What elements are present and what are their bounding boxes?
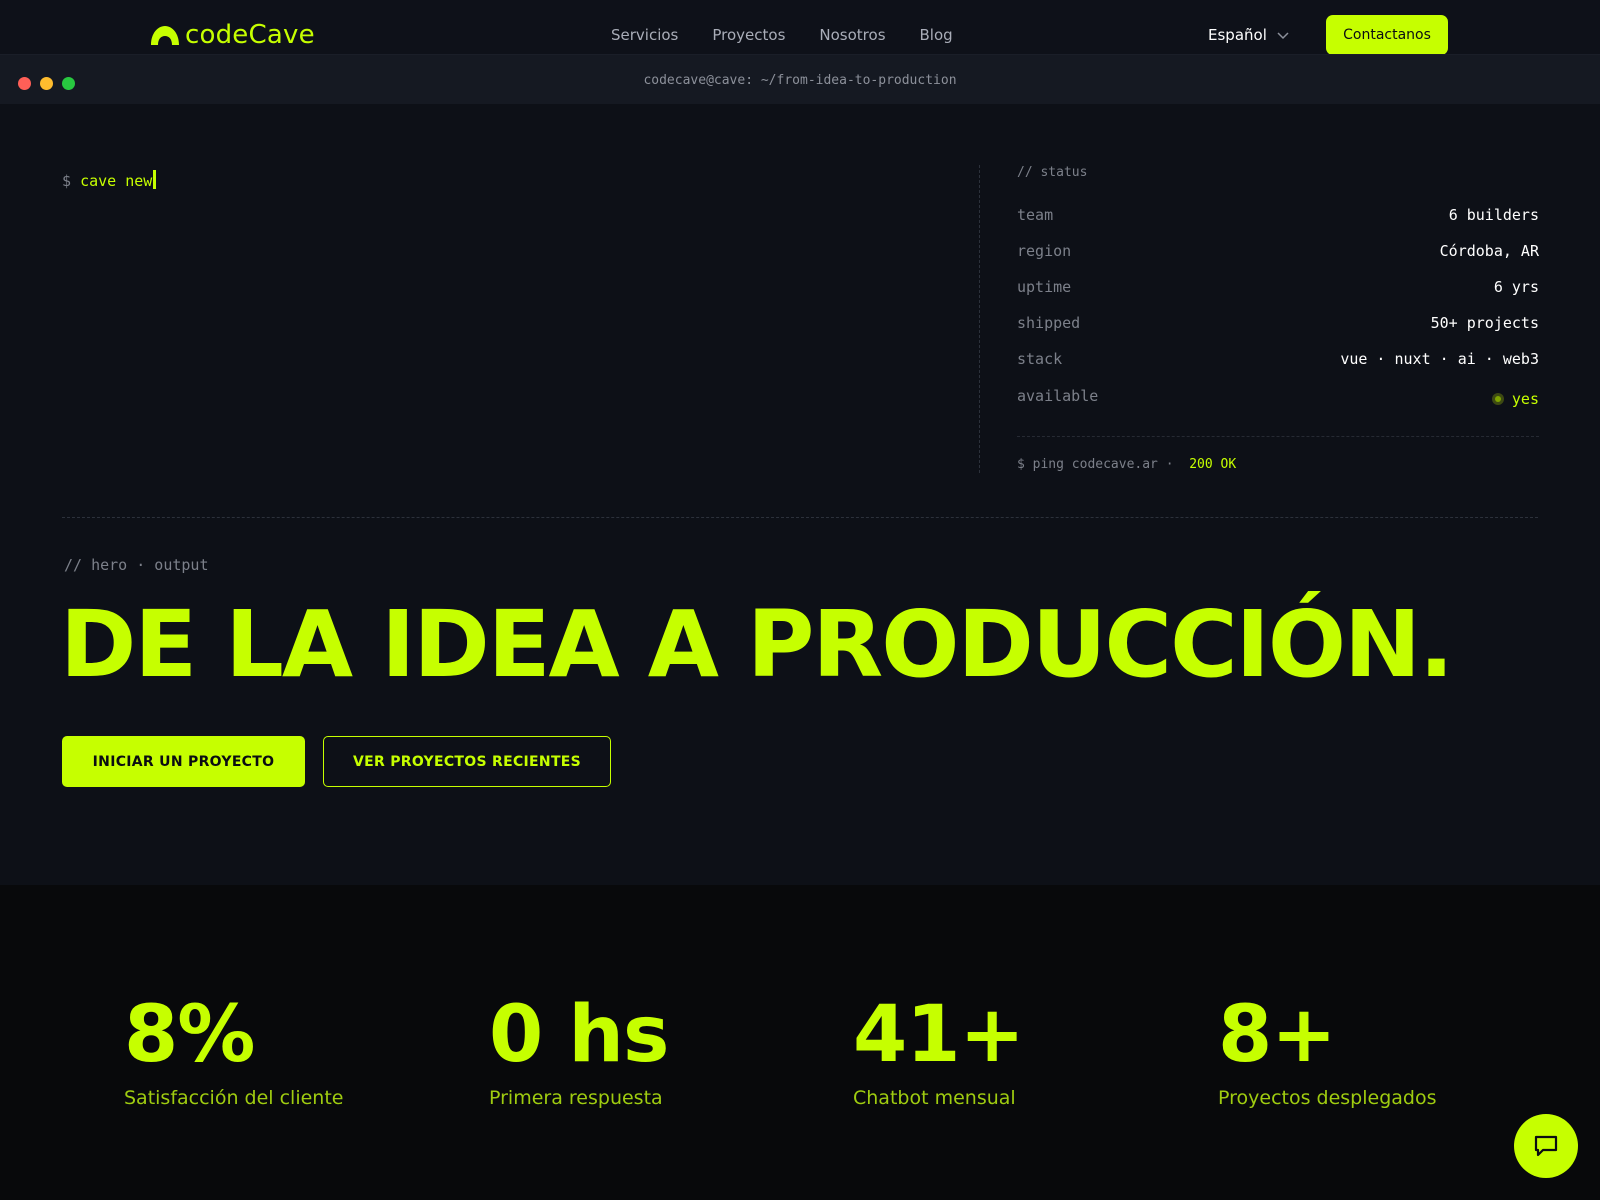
status-value: 50+ projects [1430, 314, 1539, 332]
stat-value: 8+ [1218, 990, 1337, 1080]
cave-arch-icon [151, 26, 179, 45]
stat-item: 41+ Chatbot mensual [853, 990, 1025, 1109]
status-row-stack: stack vue · nuxt · ai · web3 [1017, 350, 1539, 374]
status-row-available: available yes [1017, 387, 1539, 411]
start-project-button[interactable]: INICIAR UN PROYECTO [62, 736, 305, 787]
nav-link-servicios[interactable]: Servicios [611, 26, 678, 44]
availability-indicator: yes [1491, 387, 1539, 411]
status-row-uptime: uptime 6 yrs [1017, 278, 1539, 302]
language-selector[interactable]: Español [1208, 26, 1289, 44]
chat-button[interactable] [1514, 1114, 1578, 1178]
stat-item: 8+ Proyectos desplegados [1218, 995, 1437, 1109]
status-key: stack [1017, 350, 1063, 368]
status-value: vue · nuxt · ai · web3 [1340, 350, 1539, 368]
contact-button[interactable]: Contactanos [1326, 15, 1448, 55]
ping-line: $ ping codecave.ar · 200 OK [1017, 457, 1236, 472]
hero-title: DE LA IDEA A PRODUCCIÓN. [60, 591, 1454, 698]
status-key: uptime [1017, 278, 1072, 296]
top-navbar: codeCave Servicios Proyectos Nosotros Bl… [0, 0, 1600, 55]
status-panel: // status team 6 builders region Córdoba… [979, 165, 1539, 473]
status-key: team [1017, 206, 1054, 224]
stat-label: Proyectos desplegados [1218, 1087, 1437, 1109]
nav-links: Servicios Proyectos Nosotros Blog [611, 26, 987, 44]
language-label: Español [1208, 26, 1267, 44]
stat-value: 41+ [853, 990, 1025, 1080]
status-value: Córdoba, AR [1439, 242, 1539, 260]
stat-label: Satisfacción del cliente [124, 1087, 344, 1109]
status-row-team: team 6 builders [1017, 206, 1539, 230]
nav-link-proyectos[interactable]: Proyectos [712, 26, 785, 44]
ping-result: 200 OK [1189, 457, 1237, 472]
logo-text: codeCave [185, 20, 315, 50]
nav-link-nosotros[interactable]: Nosotros [819, 26, 885, 44]
text-cursor [153, 170, 157, 189]
chat-bubble-icon [1534, 1135, 1558, 1157]
terminal-path: codecave@cave: ~/from-idea-to-production [643, 73, 957, 88]
status-key: region [1017, 242, 1072, 260]
status-row-shipped: shipped 50+ projects [1017, 314, 1539, 338]
status-title: // status [1017, 165, 1088, 180]
availability-value: yes [1511, 390, 1539, 408]
status-value: 6 builders [1448, 206, 1539, 224]
chevron-down-icon [1277, 32, 1289, 40]
status-dot-icon [1491, 393, 1504, 405]
prompt-sigil: $ [62, 172, 72, 190]
stat-item: 8% Satisfacción del cliente [124, 995, 343, 1109]
stat-item: 0 hs Primera respuesta [489, 990, 669, 1109]
status-key: available [1017, 387, 1099, 405]
stat-value: 0 hs [489, 990, 669, 1080]
hero-label: // hero · output [64, 556, 209, 574]
ping-command: $ ping codecave.ar · [1017, 457, 1174, 472]
prompt-command: cave new [80, 172, 153, 190]
terminal-prompt: $ cave new [62, 170, 157, 190]
view-recent-projects-button[interactable]: VER PROYECTOS RECIENTES [323, 736, 611, 787]
logo[interactable]: codeCave [150, 22, 315, 48]
status-value: 6 yrs [1493, 278, 1539, 296]
status-divider [1017, 436, 1539, 437]
section-divider [62, 517, 1538, 518]
nav-link-blog[interactable]: Blog [920, 26, 953, 44]
stat-label: Primera respuesta [489, 1087, 663, 1109]
stat-value: 8% [124, 990, 255, 1080]
stats-section: 8% Satisfacción del cliente 0 hs Primera… [0, 885, 1600, 1200]
status-row-region: region Córdoba, AR [1017, 242, 1539, 266]
status-key: shipped [1017, 314, 1081, 332]
stat-label: Chatbot mensual [853, 1087, 1016, 1109]
